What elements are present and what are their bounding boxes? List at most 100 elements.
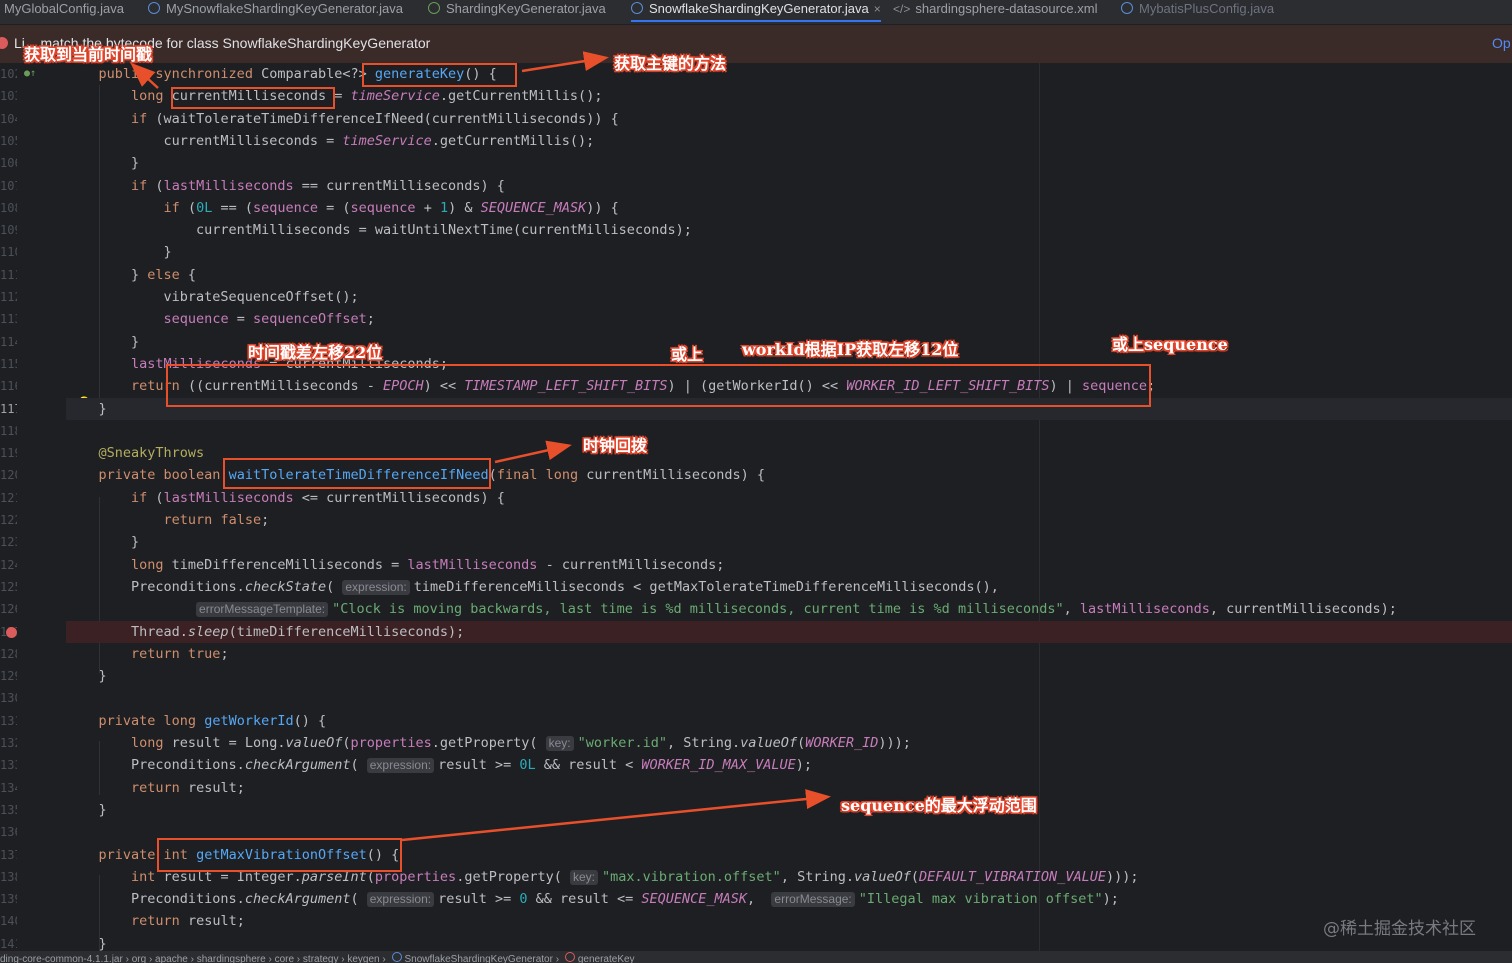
- code-line[interactable]: Preconditions.checkArgument( expression:…: [66, 754, 812, 776]
- annotation-label: 时钟回拨: [583, 436, 648, 455]
- line-number-gutter[interactable]: 1021031041051061071081091101111121131141…: [0, 63, 64, 951]
- code-line[interactable]: }: [66, 241, 172, 263]
- code-line[interactable]: return true;: [66, 643, 229, 665]
- code-line[interactable]: if (0L == (sequence = (sequence + 1) & S…: [66, 197, 619, 219]
- line-number[interactable]: 108: [0, 197, 17, 219]
- line-number[interactable]: 105: [0, 130, 17, 152]
- code-line[interactable]: Preconditions.checkArgument( expression:…: [66, 888, 1119, 910]
- code-line[interactable]: } else {: [66, 264, 196, 286]
- code-line[interactable]: errorMessageTemplate: "Clock is moving ba…: [66, 598, 1397, 620]
- class-icon: [1121, 2, 1133, 14]
- override-icon[interactable]: ●↑: [24, 68, 36, 79]
- parameter-hint: key:: [569, 869, 598, 885]
- code-line[interactable]: @SneakyThrows: [66, 442, 205, 464]
- tab-shardingsphere-datasource[interactable]: </> shardingsphere-datasource.xml: [893, 0, 1097, 24]
- tab-mysnowflakeshardingkeygenerator[interactable]: MySnowflakeShardingKeyGenerator.java: [148, 0, 403, 24]
- code-line[interactable]: if (lastMilliseconds == currentMilliseco…: [66, 175, 505, 197]
- line-number[interactable]: 118: [0, 420, 17, 442]
- code-line[interactable]: }: [66, 799, 107, 821]
- code-line[interactable]: return false;: [66, 509, 270, 531]
- line-number[interactable]: 126: [0, 598, 17, 620]
- line-number[interactable]: 133: [0, 754, 17, 776]
- line-number[interactable]: 114: [0, 331, 17, 353]
- line-number[interactable]: 110: [0, 241, 17, 263]
- line-number[interactable]: 121: [0, 487, 17, 509]
- line-number[interactable]: 103: [0, 85, 17, 107]
- active-tab-indicator: [631, 20, 881, 22]
- close-tab-icon[interactable]: ×: [874, 2, 881, 16]
- code-line[interactable]: long timeDifferenceMilliseconds = lastMi…: [66, 554, 724, 576]
- line-number[interactable]: 140: [0, 910, 17, 932]
- line-number[interactable]: 112: [0, 286, 17, 308]
- line-number[interactable]: 122: [0, 509, 17, 531]
- line-number[interactable]: 135: [0, 799, 17, 821]
- line-number[interactable]: 137: [0, 844, 17, 866]
- highlight-box-currentmilliseconds: [171, 87, 335, 109]
- line-number[interactable]: 129: [0, 665, 17, 687]
- line-number[interactable]: 138: [0, 866, 17, 888]
- right-margin-guide: [1039, 63, 1040, 951]
- line-number[interactable]: 132: [0, 732, 17, 754]
- line-number[interactable]: 117: [0, 398, 17, 420]
- code-line[interactable]: return result;: [66, 910, 245, 932]
- breadcrumb-method[interactable]: generateKey: [578, 954, 635, 963]
- code-line[interactable]: }: [66, 531, 139, 553]
- code-editor[interactable]: 1021031041051061071081091101111121131141…: [0, 63, 1512, 952]
- annotation-label: 或上sequence: [1112, 335, 1228, 354]
- annotation-label: 获取到当前时间戳: [24, 45, 153, 64]
- line-number[interactable]: 125: [0, 576, 17, 598]
- code-line[interactable]: return result;: [66, 777, 245, 799]
- breadcrumb-path[interactable]: ding-core-common-4.1.1.jar › org › apach…: [0, 954, 386, 963]
- code-line[interactable]: currentMilliseconds = timeService.getCur…: [66, 130, 595, 152]
- line-number[interactable]: 128: [0, 643, 17, 665]
- line-number[interactable]: 119: [0, 442, 17, 464]
- line-number[interactable]: 107: [0, 175, 17, 197]
- line-number[interactable]: 136: [0, 821, 17, 843]
- line-number[interactable]: 131: [0, 710, 17, 732]
- navigation-breadcrumb[interactable]: ding-core-common-4.1.1.jar › org › apach…: [0, 951, 1512, 963]
- line-number[interactable]: 123: [0, 531, 17, 553]
- banner-open-link[interactable]: Op: [1492, 35, 1511, 51]
- parameter-hint: errorMessageTemplate:: [196, 602, 329, 618]
- code-line[interactable]: }: [66, 331, 139, 353]
- code-line[interactable]: sequence = sequenceOffset;: [66, 308, 375, 330]
- line-number[interactable]: 106: [0, 152, 17, 174]
- line-number[interactable]: 139: [0, 888, 17, 910]
- code-line[interactable]: if (lastMilliseconds <= currentMilliseco…: [66, 487, 505, 509]
- line-number[interactable]: 102: [0, 63, 17, 85]
- line-number[interactable]: 115: [0, 353, 17, 375]
- line-number[interactable]: 130: [0, 687, 17, 709]
- line-number[interactable]: 120: [0, 464, 17, 486]
- highlight-box-return-expression: [166, 364, 1151, 407]
- code-line[interactable]: currentMilliseconds = waitUntilNextTime(…: [66, 219, 692, 241]
- line-number[interactable]: 134: [0, 777, 17, 799]
- line-number[interactable]: 111: [0, 264, 17, 286]
- line-number[interactable]: 104: [0, 108, 17, 130]
- parameter-hint: errorMessage:: [771, 892, 855, 908]
- tab-shardingkeygenerator[interactable]: ShardingKeyGenerator.java: [428, 0, 606, 24]
- breakpoint-icon[interactable]: [6, 627, 17, 638]
- line-number[interactable]: 124: [0, 554, 17, 576]
- tab-label: MySnowflakeShardingKeyGenerator.java: [166, 1, 404, 16]
- code-line-breakpoint[interactable]: Thread.sleep(timeDifferenceMilliseconds)…: [66, 620, 1512, 643]
- code-line[interactable]: long result = Long.valueOf(properties.ge…: [66, 732, 911, 754]
- line-number[interactable]: 116: [0, 375, 17, 397]
- parameter-hint: expression:: [366, 892, 435, 908]
- parameter-hint: key:: [545, 736, 574, 751]
- tab-myglobalconfig[interactable]: MyGlobalConfig.java: [4, 0, 124, 24]
- tab-mybatisplusconfig[interactable]: MybatisPlusConfig.java: [1121, 0, 1274, 24]
- code-line[interactable]: [66, 420, 74, 442]
- code-line[interactable]: }: [66, 152, 139, 174]
- breadcrumb-class[interactable]: SnowflakeShardingKeyGenerator: [405, 954, 553, 963]
- code-line[interactable]: }: [66, 665, 107, 687]
- annotation-label: sequence的最大浮动范围: [841, 796, 1037, 815]
- code-line[interactable]: [66, 821, 74, 843]
- code-line[interactable]: Preconditions.checkState( expression: tim…: [66, 576, 999, 598]
- tab-snowflakeshardingkeygenerator[interactable]: SnowflakeShardingKeyGenerator.java ×: [631, 0, 881, 24]
- line-number[interactable]: 113: [0, 308, 17, 330]
- code-line[interactable]: vibrateSequenceOffset();: [66, 286, 359, 308]
- code-line[interactable]: if (waitTolerateTimeDifferenceIfNeed(cur…: [66, 108, 619, 130]
- line-number[interactable]: 109: [0, 219, 17, 241]
- code-line[interactable]: [66, 687, 74, 709]
- code-line[interactable]: private long getWorkerId() {: [66, 710, 327, 732]
